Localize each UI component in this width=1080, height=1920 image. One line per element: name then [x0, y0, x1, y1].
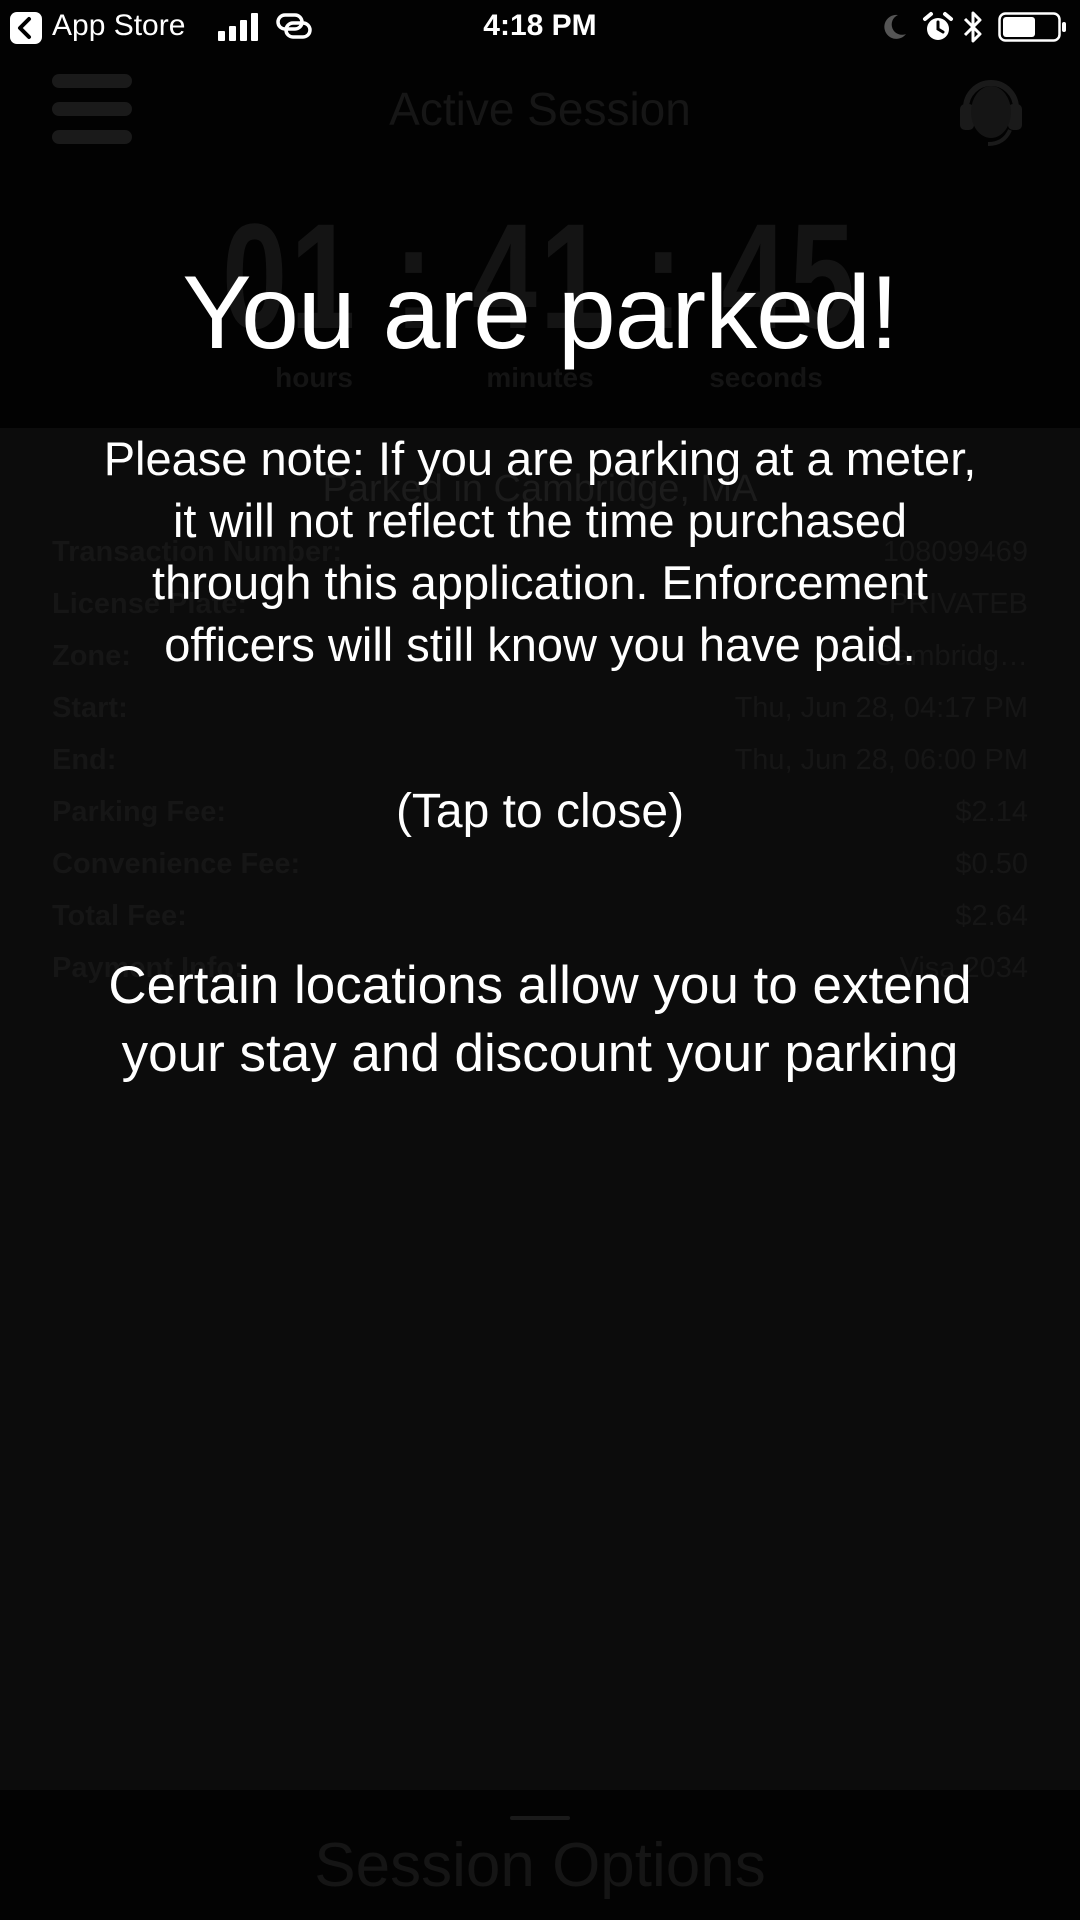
overlay-extend-info: Certain locations allow you to extend yo… — [108, 956, 972, 1083]
screen: Active Session 01 : 41 : 45 hours minute… — [0, 0, 1080, 1920]
bluetooth-icon — [962, 10, 984, 44]
overlay-note: Please note: If you are parking at a met… — [103, 432, 977, 671]
alarm-icon — [922, 11, 954, 43]
tap-to-close[interactable]: (Tap to close) — [0, 784, 1080, 839]
moon-icon — [880, 12, 908, 42]
status-bar: App Store 4:18 PM — [0, 0, 1080, 54]
status-time: 4:18 PM — [483, 9, 597, 42]
battery-icon — [998, 12, 1068, 42]
overlay-title: You are parked! — [182, 255, 899, 371]
parked-overlay[interactable]: You are parked! Please note: If you are … — [0, 54, 1080, 1920]
